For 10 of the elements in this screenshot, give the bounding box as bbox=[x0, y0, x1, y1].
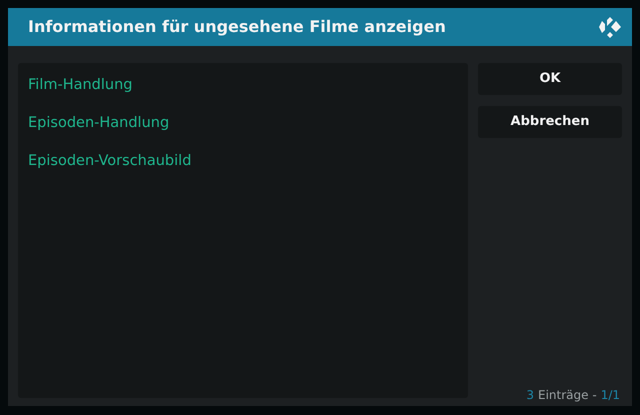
page-indicator: 1/1 bbox=[600, 387, 620, 404]
list-item[interactable]: Episoden-Vorschaubild bbox=[28, 151, 192, 173]
dialog-button[interactable]: Abbrechen bbox=[478, 106, 622, 138]
item-count: 3 bbox=[526, 387, 534, 404]
dialog-button[interactable]: OK bbox=[478, 63, 622, 95]
items-label: Einträge - bbox=[538, 387, 597, 404]
dialog-title: Informationen für ungesehene Filme anzeigen bbox=[28, 16, 446, 38]
diamond-logo-icon bbox=[598, 15, 622, 39]
list-item[interactable]: Film-Handlung bbox=[28, 75, 132, 97]
list-item[interactable]: Episoden-Handlung bbox=[28, 113, 170, 135]
